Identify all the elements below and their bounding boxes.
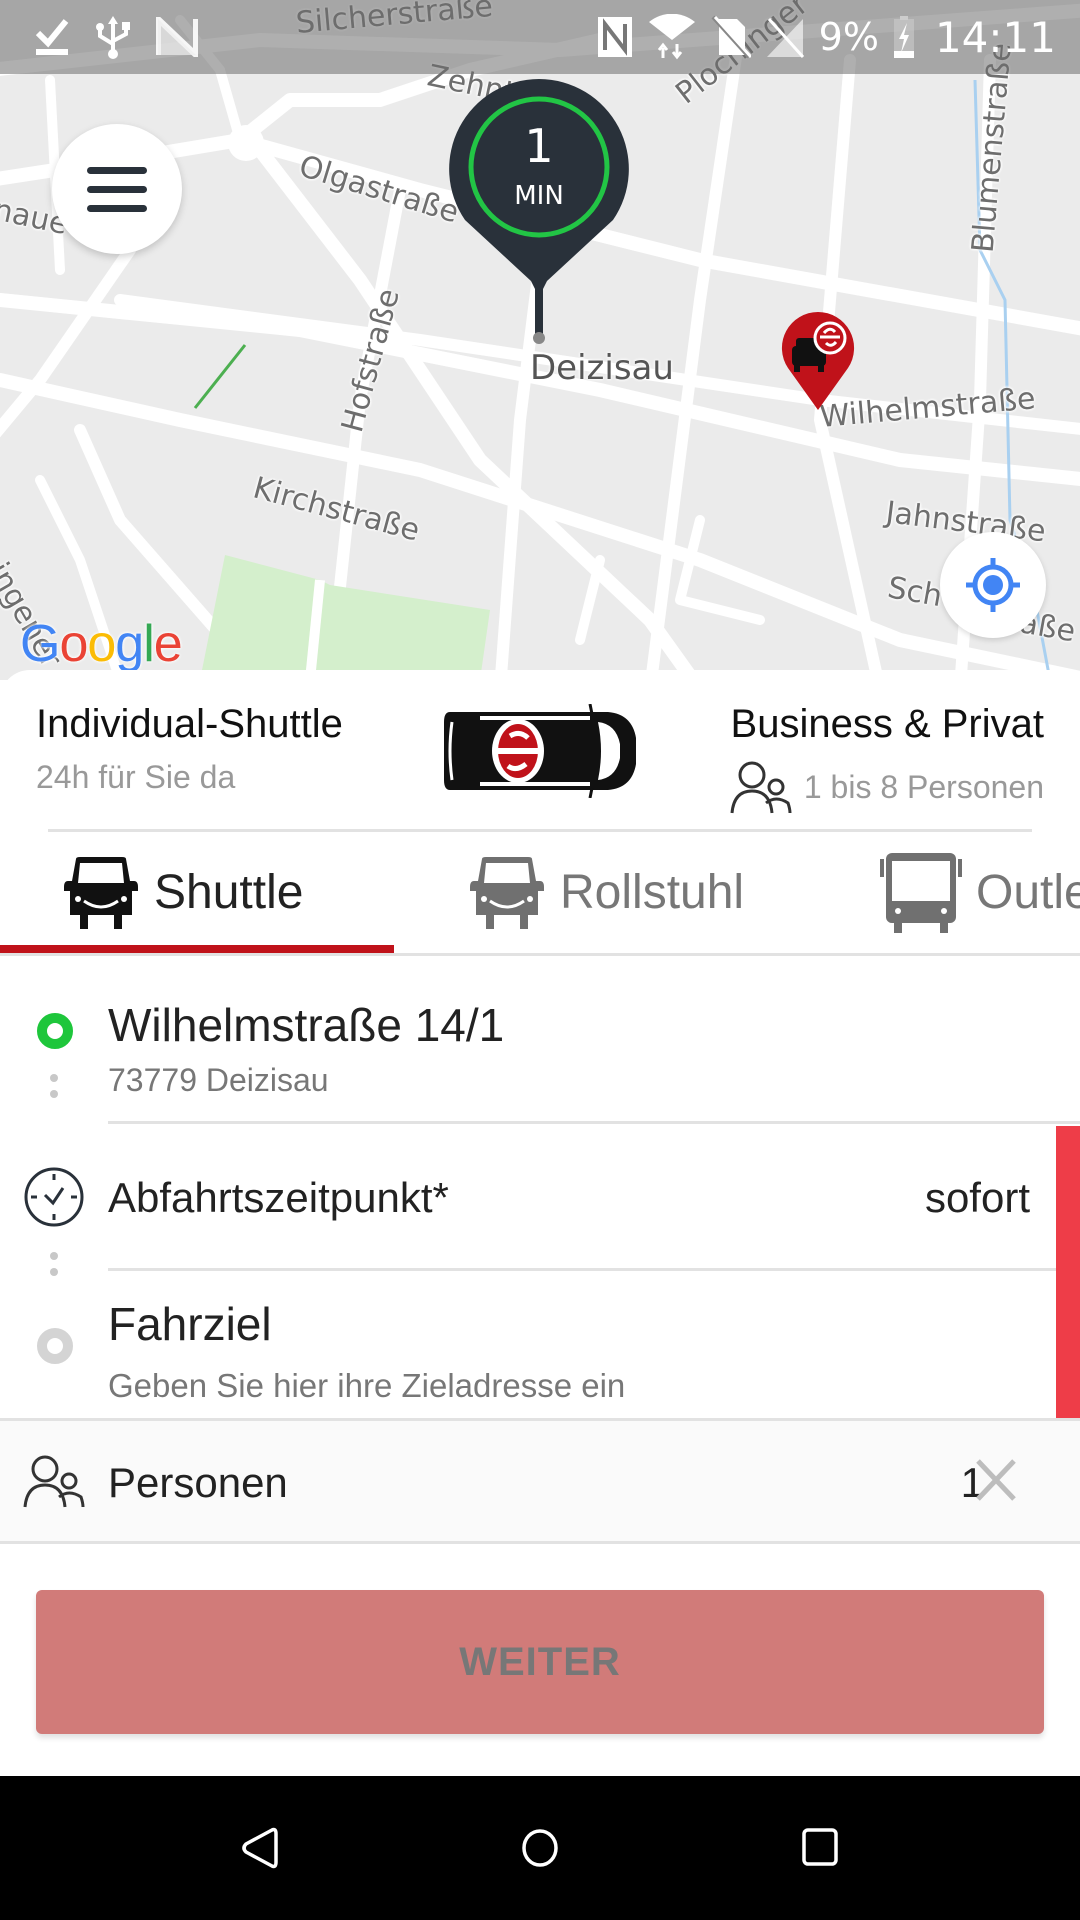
service-title: Individual-Shuttle bbox=[36, 702, 343, 746]
app-notification-icon bbox=[156, 15, 198, 59]
capacity-text: 1 bis 8 Personen bbox=[803, 768, 1044, 805]
hamburger-menu-icon bbox=[87, 166, 147, 174]
recents-icon bbox=[802, 1828, 838, 1866]
origin-city: 73779 Deizisau bbox=[108, 1062, 329, 1098]
persons-label: Personen bbox=[108, 1459, 288, 1506]
nfc-icon bbox=[597, 15, 633, 59]
bus-icon bbox=[880, 852, 962, 933]
recents-button[interactable] bbox=[780, 1808, 860, 1888]
clock: 14:11 bbox=[934, 12, 1056, 62]
eta-pin-icon bbox=[449, 79, 629, 344]
clock-icon bbox=[24, 1167, 84, 1227]
map-view[interactable]: Silcherstraße Zehnt Plochinger Olgastraß… bbox=[0, 0, 1080, 680]
no-signal-icon bbox=[765, 15, 805, 59]
persons-field[interactable]: Personen 1 bbox=[0, 1418, 1080, 1544]
service-info: Individual-Shuttle 24h für Sie da Busine… bbox=[0, 670, 1080, 832]
departure-label: Abfahrtszeitpunkt* bbox=[108, 1174, 449, 1221]
eta-pin[interactable]: 1 MIN bbox=[447, 77, 631, 347]
battery-percent: 9% bbox=[818, 15, 879, 59]
my-location-icon bbox=[966, 558, 1020, 612]
departure-time-field[interactable]: Abfahrtszeitpunkt* sofort bbox=[0, 1124, 1080, 1276]
origin-street: Wilhelmstraße 14/1 bbox=[108, 999, 505, 1051]
hamburger-menu-icon-line bbox=[87, 185, 147, 193]
booking-sheet: Individual-Shuttle 24h für Sie da Busine… bbox=[0, 670, 1080, 1776]
eta-unit: MIN bbox=[514, 181, 564, 211]
battery-charging-icon bbox=[893, 15, 915, 59]
back-icon bbox=[242, 1827, 278, 1869]
booking-form: Wilhelmstraße 14/1 73779 Deizisau Abfahr… bbox=[0, 956, 1080, 1544]
service-subtitle: 24h für Sie da bbox=[36, 759, 236, 795]
home-icon bbox=[522, 1829, 558, 1867]
car-marker-icon bbox=[781, 311, 855, 410]
vehicle-tabs: Shuttle Rollstuhl Outlet bbox=[0, 832, 1080, 956]
origin-dot-icon bbox=[37, 1013, 73, 1049]
van-icon bbox=[64, 856, 138, 929]
system-nav-bar bbox=[0, 1776, 1080, 1920]
city-label: Deizisau bbox=[530, 348, 674, 388]
wifi-icon bbox=[647, 14, 697, 60]
tab-label: Shuttle bbox=[154, 866, 304, 919]
my-location-button[interactable] bbox=[940, 532, 1046, 638]
tab-shuttle[interactable]: Shuttle bbox=[0, 832, 396, 953]
next-button[interactable]: WEITER bbox=[36, 1590, 1044, 1734]
tab-outlet[interactable]: Outlet bbox=[792, 832, 1080, 953]
vehicle-location-marker[interactable] bbox=[780, 310, 856, 412]
no-sim-icon bbox=[711, 15, 751, 59]
eta-value: 1 bbox=[524, 119, 554, 173]
route-dots bbox=[50, 1074, 58, 1098]
menu-button[interactable] bbox=[52, 124, 182, 254]
download-done-icon bbox=[34, 15, 70, 59]
hamburger-menu-icon-line bbox=[87, 204, 147, 212]
persons-icon bbox=[730, 761, 792, 814]
origin-field[interactable]: Wilhelmstraße 14/1 73779 Deizisau bbox=[0, 956, 1080, 1124]
back-button[interactable] bbox=[220, 1808, 300, 1888]
status-bar: 9% 14:11 bbox=[0, 0, 1080, 74]
required-indicator bbox=[1056, 1271, 1080, 1418]
required-indicator bbox=[1056, 1126, 1080, 1271]
destination-field[interactable]: Fahrziel Geben Sie hier ihre Zieladresse… bbox=[0, 1271, 1080, 1418]
home-button[interactable] bbox=[500, 1808, 580, 1888]
google-logo: Google bbox=[20, 615, 183, 673]
destination-label: Fahrziel bbox=[108, 1298, 272, 1350]
destination-dot-icon bbox=[37, 1328, 73, 1364]
persons-icon bbox=[23, 1455, 85, 1508]
usb-icon bbox=[96, 15, 130, 59]
departure-value: sofort bbox=[924, 1174, 1030, 1221]
van-icon bbox=[470, 856, 544, 929]
service-category: Business & Privat bbox=[730, 702, 1044, 746]
tab-label: Rollstuhl bbox=[560, 866, 745, 919]
destination-placeholder: Geben Sie hier ihre Zieladresse ein bbox=[108, 1367, 626, 1404]
clear-icon[interactable] bbox=[974, 1457, 1018, 1503]
shuttle-car-icon bbox=[444, 704, 636, 798]
tab-rollstuhl[interactable]: Rollstuhl bbox=[396, 832, 792, 953]
tab-label: Outlet bbox=[976, 866, 1080, 919]
